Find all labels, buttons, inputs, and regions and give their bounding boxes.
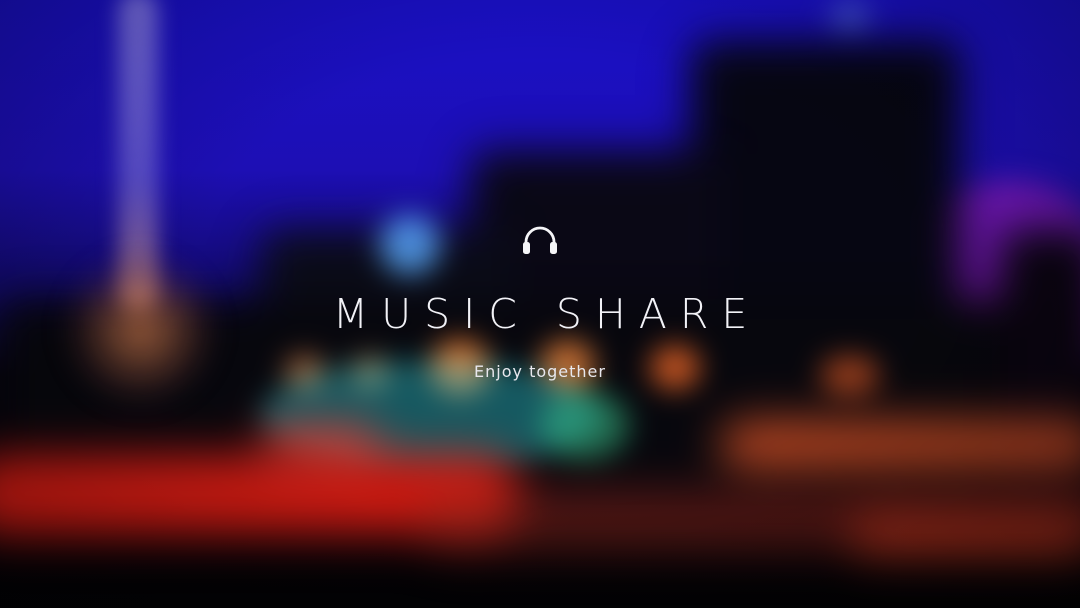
splash-content: MUSIC SHARE Enjoy together	[0, 0, 1080, 608]
app-tagline: Enjoy together	[474, 362, 606, 381]
headphones-icon	[523, 226, 557, 254]
app-title: MUSIC SHARE	[332, 290, 761, 338]
splash-screen: MUSIC SHARE Enjoy together	[0, 0, 1080, 608]
